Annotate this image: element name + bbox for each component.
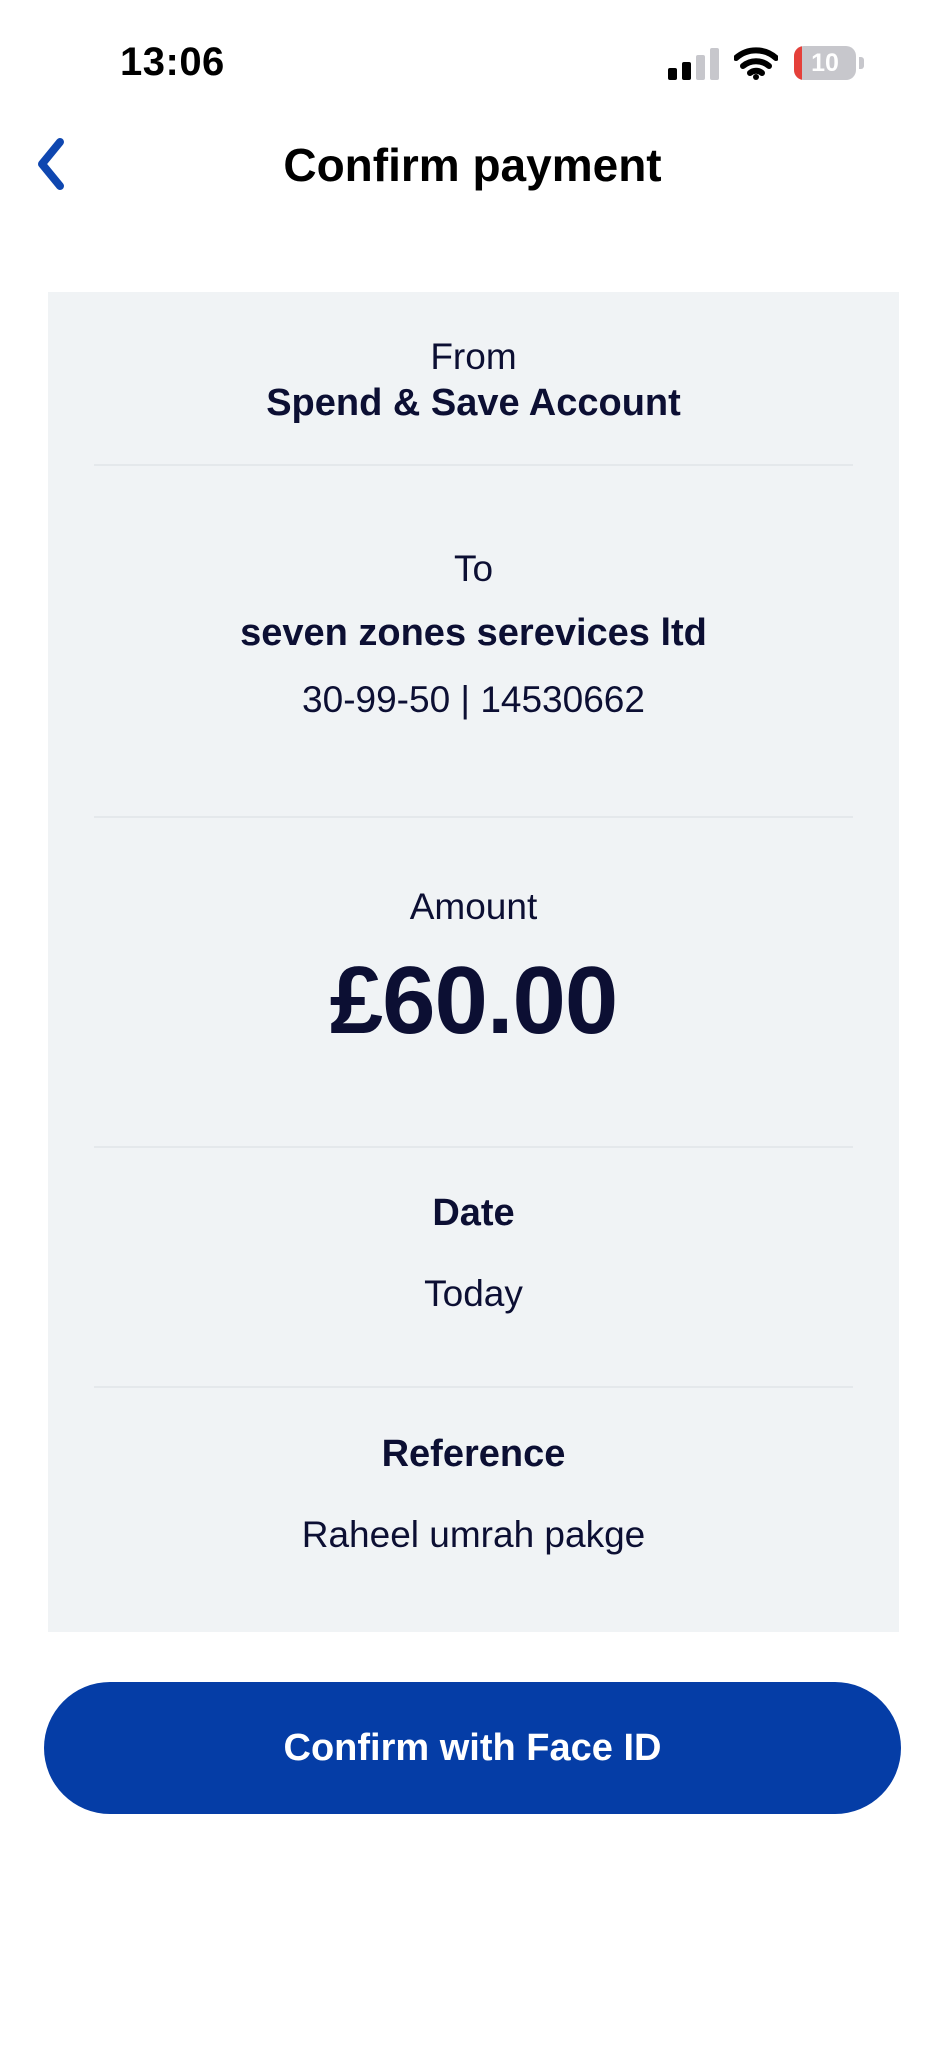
status-bar: 13:06 10 (0, 0, 945, 120)
from-account: Spend & Save Account (266, 382, 681, 424)
date-label: Date (432, 1192, 515, 1234)
divider (94, 464, 853, 466)
to-label: To (453, 548, 494, 589)
status-time: 13:06 (120, 40, 225, 84)
amount-section: Amount £60.00 (94, 886, 853, 1056)
divider (94, 1146, 853, 1148)
reference-label: Reference (381, 1433, 566, 1475)
amount-value: £60.00 (329, 947, 619, 1054)
date-section: Date Today (94, 1192, 853, 1315)
date-value: Today (424, 1273, 523, 1314)
payee-account-details: 30-99-50 | 14530662 (302, 679, 645, 720)
page-title: Confirm payment (283, 139, 662, 191)
battery-level: 10 (811, 49, 839, 77)
from-section: From Spend & Save Account (94, 336, 853, 425)
from-label: From (430, 336, 517, 377)
payee-name: seven zones serevices ltd (240, 612, 707, 654)
wifi-icon (734, 47, 778, 80)
to-section: To seven zones serevices ltd 30-99-50 | … (94, 548, 853, 721)
confirm-face-id-button[interactable]: Confirm with Face ID (44, 1682, 901, 1814)
battery-cap (859, 57, 864, 69)
header: Confirm payment (0, 120, 945, 210)
reference-section: Reference Raheel umrah pakge (94, 1433, 853, 1556)
divider (94, 1386, 853, 1388)
signal-icon (668, 48, 719, 80)
battery-body: 10 (794, 46, 856, 80)
reference-value: Raheel umrah pakge (301, 1514, 646, 1555)
payment-summary-card: From Spend & Save Account To seven zones… (48, 292, 899, 1632)
battery-icon: 10 (794, 46, 864, 82)
divider (94, 816, 853, 818)
amount-label: Amount (409, 886, 538, 927)
